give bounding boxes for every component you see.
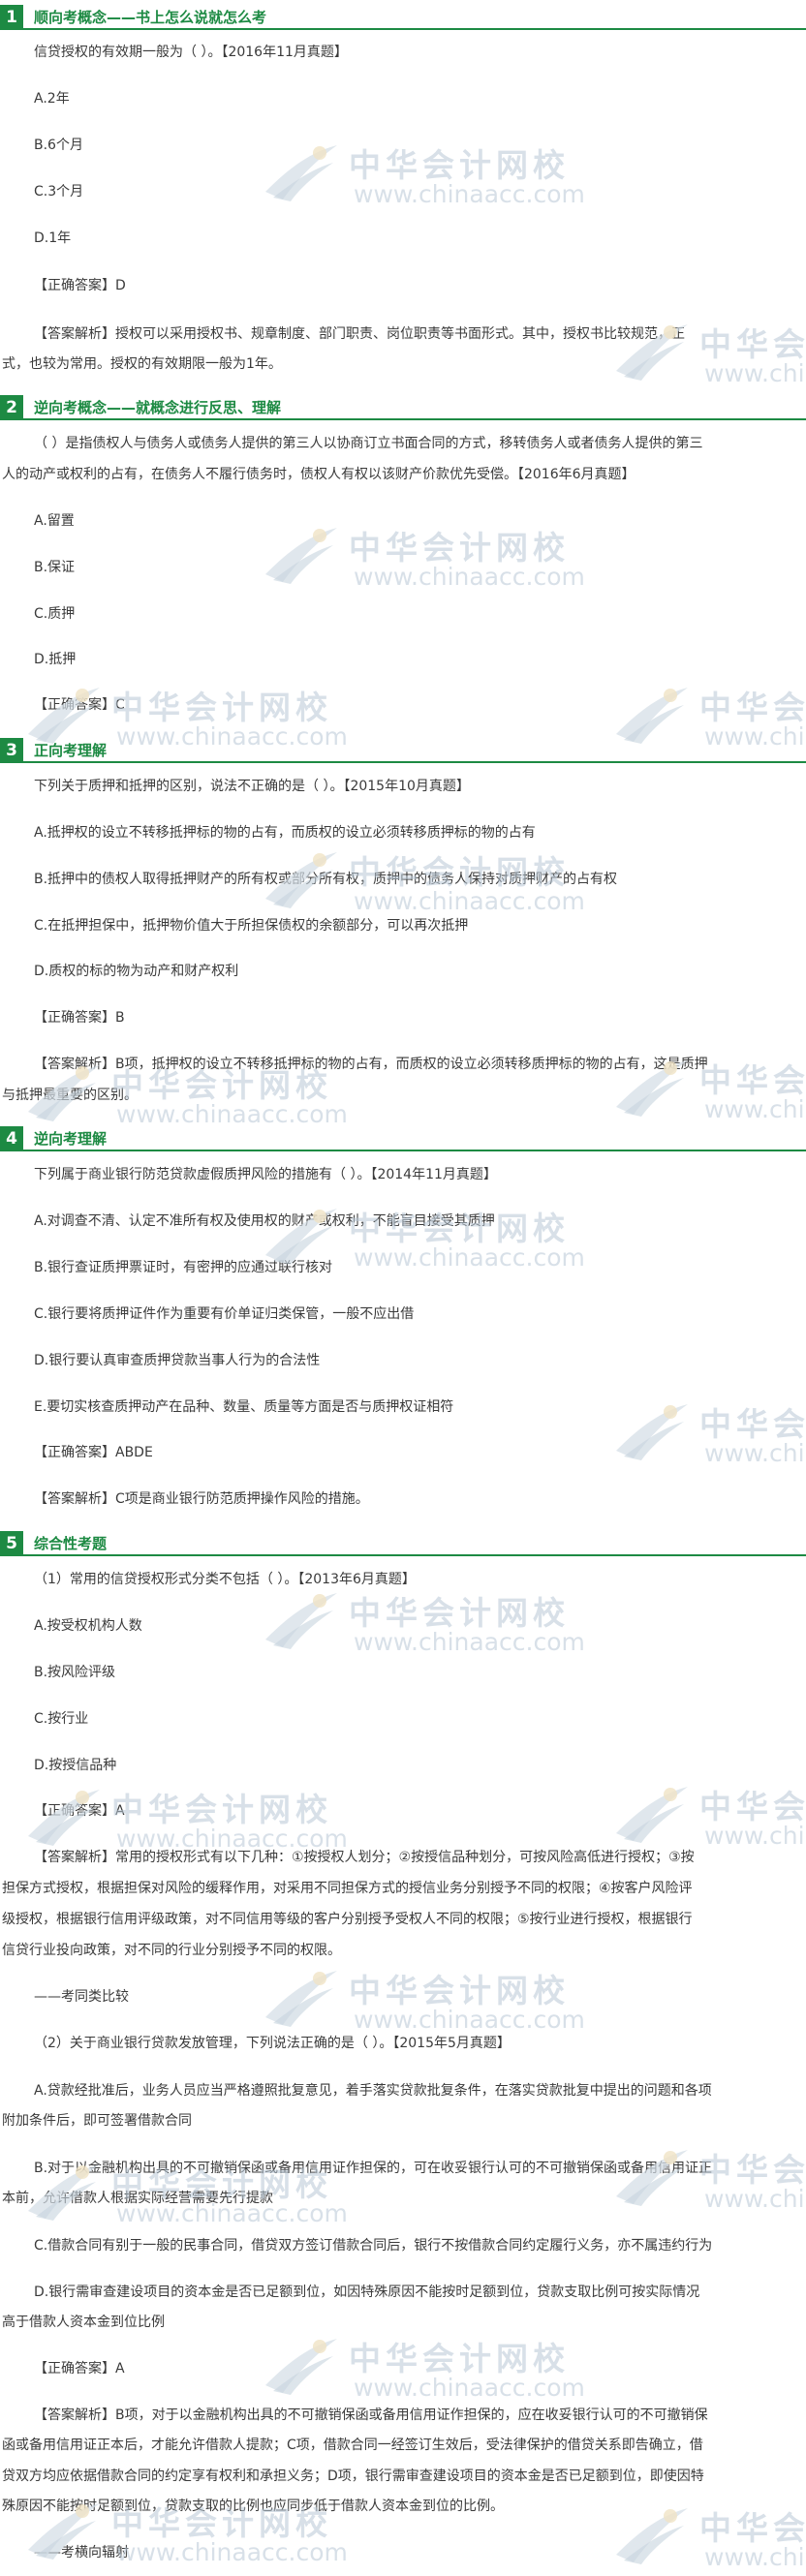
analysis-line: 函或备用信用证正本后，才能允许借款人提款；C项，借款合同一经签订生效后，受法律保… (2, 2438, 703, 2453)
answer-text: 【正确答案】B (34, 1010, 125, 1026)
analysis-line: 【答案解析】B项，对于以金融机构出具的不可撤销保函或备用信用证作担保的，应在收妥… (34, 2407, 708, 2423)
section-divider (23, 418, 806, 420)
analysis-line: 殊原因不能按时足额到位，贷款支取的比例也应同步低于借款人资本金到位的比例。 (2, 2499, 504, 2514)
analysis-line: 贷双方均应依据借款合同的约定享有权利和承担义务；D项，银行需审查建设项目的资本金… (2, 2469, 704, 2484)
answer-text: 【正确答案】D (34, 278, 126, 293)
analysis-line: 【答案解析】授权可以采用授权书、规章制度、部门职责、岗位职责等书面形式。其中，授… (34, 326, 685, 342)
section-title: 综合性考题 (34, 1535, 108, 1552)
watermark: 中华会计网校 www.chinaacc.com (612, 1395, 806, 1472)
option: C.3个月 (34, 184, 84, 199)
option: 高于借款人资本金到位比例 (2, 2315, 165, 2330)
note-text: ——考横向辐射 (34, 2545, 129, 2561)
question-text: （2）关于商业银行贷款发放管理，下列说法正确的是（ ）。【2015年5月真题】 (34, 2036, 511, 2051)
question-text: 信贷授权的有效期一般为（ ）。【2016年11月真题】 (34, 45, 348, 60)
section-title: 正向考理解 (34, 742, 108, 759)
option: A.对调查不清、认定不准所有权及使用权的财产或权利，不能盲目接受其质押 (34, 1213, 495, 1229)
option: C.质押 (34, 606, 76, 622)
option: A.留置 (34, 513, 75, 529)
section-number: 2 (0, 395, 23, 420)
option: C.按行业 (34, 1711, 89, 1727)
option: 本前，允许借款人根据实际经营需要先行提款 (2, 2191, 273, 2206)
question-text: 下列关于质押和抵押的区别，说法不正确的是（ ）。【2015年10月真题】 (34, 779, 470, 794)
watermark-logo-icon (265, 1971, 337, 2027)
analysis-line: 【答案解析】B项，抵押权的设立不转移抵押标的物的占有，而质权的设立必须转移质押标… (34, 1057, 708, 1072)
option: C.在抵押担保中，抵押物价值大于所担保债权的余额部分，可以再次抵押 (34, 918, 469, 934)
analysis-line: 级授权，根据银行信用评级政策，对不同信用等级的客户分别授予受权人不同的权限；⑤按… (2, 1912, 693, 1927)
section-number: 1 (0, 5, 23, 30)
option: B.抵押中的债权人取得抵押财产的所有权或部分所有权，质押中的债务人保持对质押财产… (34, 872, 618, 887)
section-title: 顺向考概念——书上怎么说就怎么考 (34, 9, 267, 26)
answer-text: 【正确答案】A (34, 2361, 125, 2377)
section-title: 逆向考理解 (34, 1130, 108, 1148)
watermark: 中华会计网校 www.chinaacc.com (262, 2329, 585, 2407)
watermark-logo-icon (616, 1787, 688, 1843)
watermark: 中华会计网校 www.chinaacc.com (612, 1777, 806, 1855)
section-divider (23, 761, 806, 763)
option: A.2年 (34, 91, 70, 107)
watermark: 中华会计网校 www.chinaacc.com (262, 518, 585, 596)
option: C.银行要将质押证件作为重要有价单证归类保管，一般不应出借 (34, 1306, 415, 1322)
watermark-logo-icon (265, 528, 337, 584)
option: D.抵押 (34, 652, 77, 667)
option: B.对于以金融机构出具的不可撤销保函或备用信用证作担保的，可在收妥银行认可的不可… (34, 2161, 713, 2176)
analysis-line: 担保方式授权，根据担保对风险的缓释作用，对采用不同担保方式的授信业务分别授予不同… (2, 1881, 693, 1896)
section-divider (23, 1150, 806, 1151)
answer-text: 【正确答案】A (34, 1803, 125, 1819)
section-title: 逆向考概念——就概念进行反思、理解 (34, 399, 282, 416)
option: 附加条件后，即可签署借款合同 (2, 2113, 192, 2129)
analysis-line: 【答案解析】C项是商业银行防范质押操作风险的措施。 (34, 1491, 369, 1507)
question-text: （1）常用的信贷授权形式分类不包括（ ）。【2013年6月真题】 (34, 1572, 416, 1587)
section-divider (23, 1554, 806, 1556)
question-text: 下列属于商业银行防范贷款虚假质押风险的措施有（ ）。【2014年11月真题】 (34, 1167, 497, 1182)
section-header-4: 4 逆向考理解 (0, 1126, 806, 1151)
analysis-line: 信贷行业投向政策，对不同的行业分别授予不同的权限。 (2, 1943, 341, 1958)
section-number: 3 (0, 738, 23, 763)
analysis-line: 【答案解析】常用的授权形式有以下几种：①按授权人划分；②按授信品种划分，可按风险… (34, 1850, 695, 1865)
watermark: 中华会计网校 www.chinaacc.com (262, 1583, 585, 1661)
watermark-logo-icon (265, 145, 337, 201)
section-number: 4 (0, 1126, 23, 1151)
section-header-2: 2 逆向考概念——就概念进行反思、理解 (0, 395, 806, 420)
option: B.6个月 (34, 138, 83, 153)
answer-text: 【正确答案】ABDE (34, 1445, 153, 1460)
option: D.质权的标的物为动产和财产权利 (34, 964, 239, 979)
option: D.1年 (34, 230, 72, 246)
watermark: 中华会计网校 www.chinaacc.com (262, 136, 585, 213)
option: B.银行查证质押票证时，有密押的应通过联行核对 (34, 1260, 333, 1275)
section-header-3: 3 正向考理解 (0, 738, 806, 763)
option: D.银行需审查建设项目的资本金是否已足额到位，如因特殊原因不能按时足额到位，贷款… (34, 2285, 700, 2300)
option: A.抵押权的设立不转移抵押标的物的占有，而质权的设立必须转移质押标的物的占有 (34, 825, 536, 841)
watermark-logo-icon (265, 1593, 337, 1649)
section-header-1: 1 顺向考概念——书上怎么说就怎么考 (0, 5, 806, 30)
option: A.按受权机构人数 (34, 1618, 142, 1634)
note-text: ——考同类比较 (34, 1989, 129, 2005)
watermark-logo-icon (616, 2508, 688, 2564)
option: B.保证 (34, 560, 76, 575)
watermark: 中华会计网校 www.chinaacc.com (262, 1961, 585, 2039)
question-text: 人的动产或权利的占有，在债务人不履行债务时，债权人有权以该财产价款优先受偿。【2… (2, 467, 636, 482)
section-number: 5 (0, 1531, 23, 1556)
option: E.要切实核查质押动产在品种、数量、质量等方面是否与质押权证相符 (34, 1399, 454, 1415)
watermark-logo-icon (265, 2339, 337, 2395)
document: 1 顺向考概念——书上怎么说就怎么考 信贷授权的有效期一般为（ ）。【2016年… (0, 0, 806, 2571)
option: D.银行要认真审查质押贷款当事人行为的合法性 (34, 1353, 321, 1368)
option: B.按风险评级 (34, 1665, 116, 1680)
option: A.贷款经批准后，业务人员应当严格遵照批复意见，着手落实贷款批复条件，在落实贷款… (34, 2083, 712, 2099)
section-divider (23, 28, 806, 30)
section-header-5: 5 综合性考题 (0, 1531, 806, 1556)
question-text: （ ）是指债权人与债务人或债务人提供的第三人以协商订立书面合同的方式，移转债务人… (34, 436, 703, 451)
analysis-line: 与抵押最重要的区别。 (2, 1088, 138, 1103)
watermark: 中华会计网校 www.chinaacc.com (612, 2499, 806, 2576)
watermark-logo-icon (616, 1404, 688, 1460)
answer-text: 【正确答案】C (34, 697, 125, 713)
analysis-line: 式，也较为常用。授权的有效期限一般为1年。 (2, 356, 282, 372)
option: C.借款合同有别于一般的民事合同，借贷双方签订借款合同后，银行不按借款合同约定履… (34, 2238, 713, 2254)
watermark-logo-icon (616, 688, 688, 744)
option: D.按授信品种 (34, 1758, 117, 1773)
